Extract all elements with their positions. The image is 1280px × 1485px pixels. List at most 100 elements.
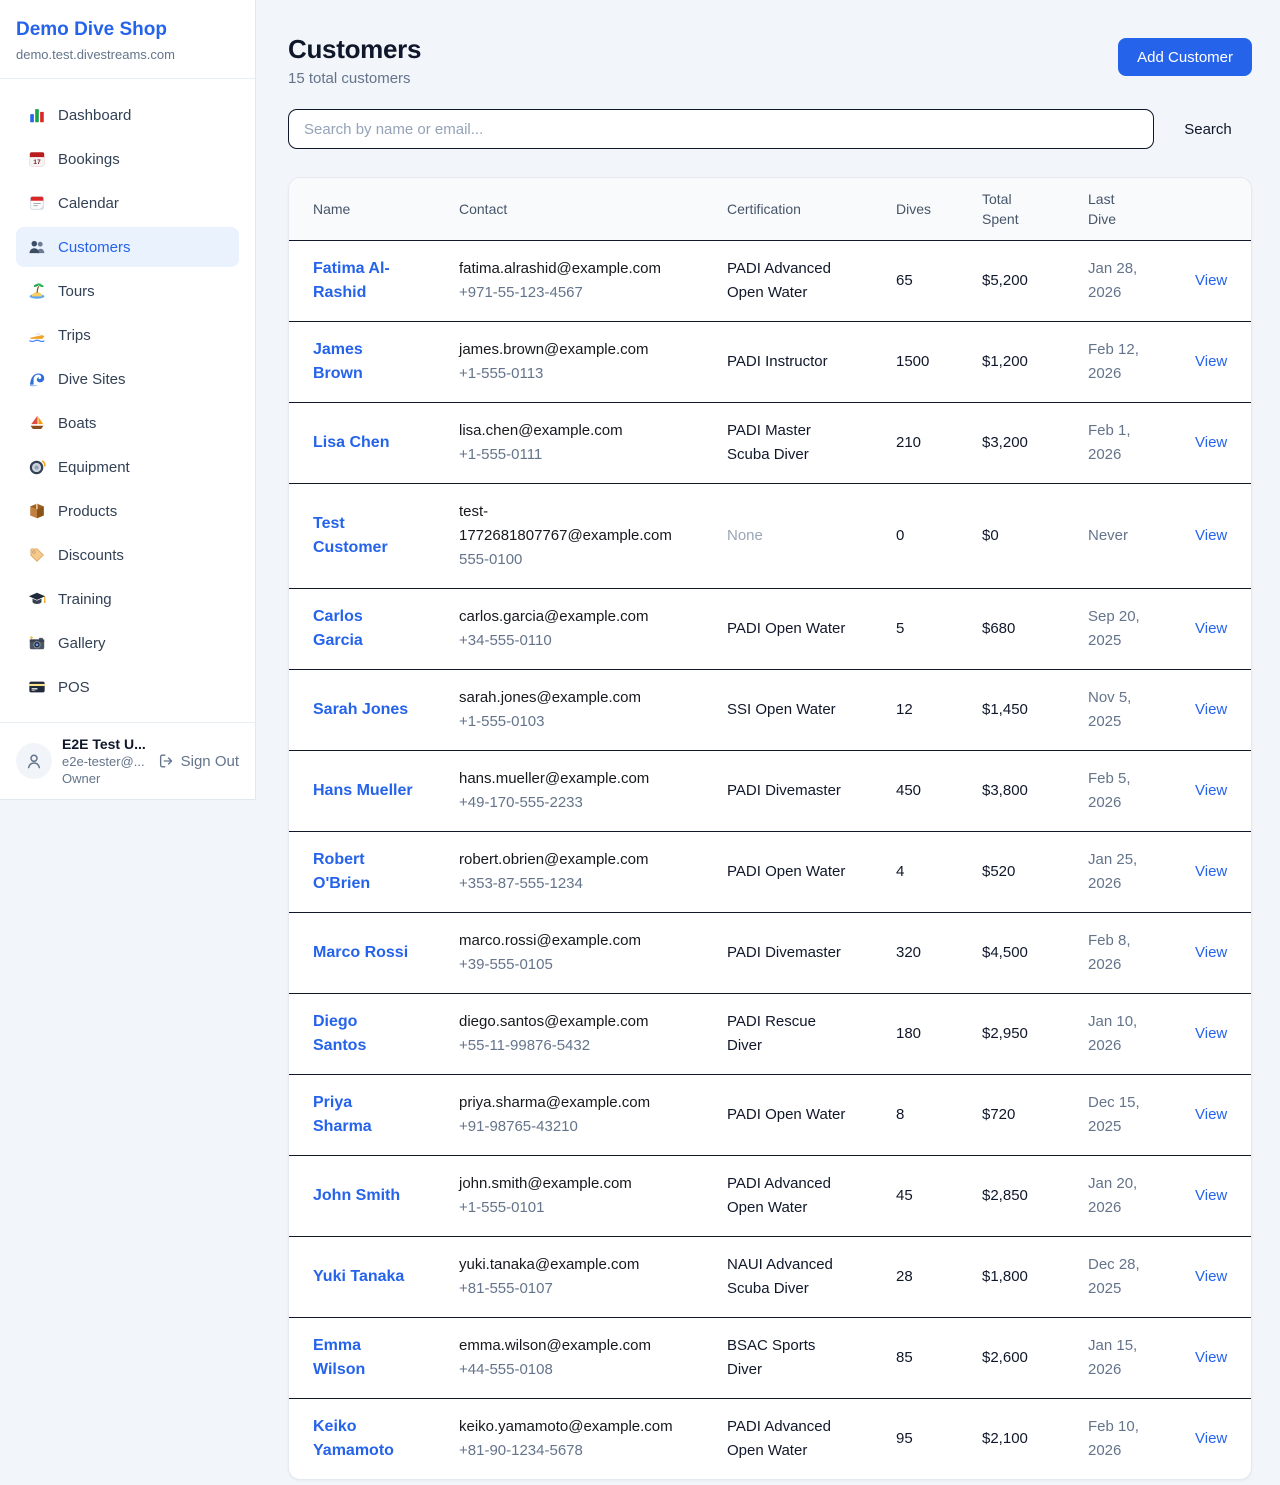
customer-total-spent: $1,200 xyxy=(982,322,1088,403)
customer-certification: SSI Open Water xyxy=(727,698,851,722)
page-title: Customers xyxy=(288,34,421,64)
customer-total-spent: $720 xyxy=(982,1075,1088,1156)
customer-name-link[interactable]: Marco Rossi xyxy=(313,941,413,965)
customer-phone: +91-98765-43210 xyxy=(459,1115,727,1139)
customer-email: john.smith@example.com xyxy=(459,1172,684,1196)
table-row: Emma Wilson emma.wilson@example.com +44-… xyxy=(289,1318,1252,1399)
customer-last-dive: Feb 8, 2026 xyxy=(1088,929,1150,977)
sidebar-item-discounts[interactable]: Discounts xyxy=(16,535,239,575)
customer-name-link[interactable]: Emma Wilson xyxy=(313,1334,413,1382)
customer-name-link[interactable]: Diego Santos xyxy=(313,1010,413,1058)
view-customer-link[interactable]: View xyxy=(1195,701,1227,718)
customer-name-link[interactable]: Test Customer xyxy=(313,512,413,560)
graduation-cap-icon xyxy=(28,590,46,608)
customer-total-spent: $2,600 xyxy=(982,1318,1088,1399)
customer-phone: +34-555-0110 xyxy=(459,629,727,653)
table-row: Robert O'Brien robert.obrien@example.com… xyxy=(289,832,1252,913)
view-customer-link[interactable]: View xyxy=(1195,1187,1227,1204)
sign-out-label: Sign Out xyxy=(181,753,239,770)
customer-certification: PADI Master Scuba Diver xyxy=(727,419,851,467)
customer-phone: +81-555-0107 xyxy=(459,1277,727,1301)
customer-last-dive: Jan 15, 2026 xyxy=(1088,1334,1150,1382)
customer-certification: PADI Divemaster xyxy=(727,941,851,965)
customer-name-link[interactable]: Robert O'Brien xyxy=(313,848,413,896)
view-customer-link[interactable]: View xyxy=(1195,782,1227,799)
customer-phone: +1-555-0111 xyxy=(459,443,727,467)
customer-dives: 0 xyxy=(896,484,982,589)
sidebar-item-bookings[interactable]: 17 Bookings xyxy=(16,139,239,179)
customer-name-link[interactable]: Priya Sharma xyxy=(313,1091,413,1139)
view-customer-link[interactable]: View xyxy=(1195,434,1227,451)
view-customer-link[interactable]: View xyxy=(1195,353,1227,370)
sidebar-item-trips[interactable]: Trips xyxy=(16,315,239,355)
customer-total-spent: $520 xyxy=(982,832,1088,913)
sidebar-item-calendar[interactable]: Calendar xyxy=(16,183,239,223)
sidebar-item-products[interactable]: Products xyxy=(16,491,239,531)
view-customer-link[interactable]: View xyxy=(1195,527,1227,544)
customer-total-spent: $0 xyxy=(982,484,1088,589)
person-icon xyxy=(24,751,44,771)
sidebar-item-gallery[interactable]: Gallery xyxy=(16,623,239,663)
customer-email: sarah.jones@example.com xyxy=(459,686,684,710)
customer-certification: None xyxy=(727,524,851,548)
search-row: Search xyxy=(288,109,1252,149)
shop-domain: demo.test.divestreams.com xyxy=(16,47,239,62)
shop-name: Demo Dive Shop xyxy=(16,18,239,42)
view-customer-link[interactable]: View xyxy=(1195,1349,1227,1366)
view-customer-link[interactable]: View xyxy=(1195,1025,1227,1042)
customer-name-link[interactable]: Lisa Chen xyxy=(313,431,413,455)
customer-total-spent: $2,950 xyxy=(982,994,1088,1075)
table-row: Yuki Tanaka yuki.tanaka@example.com +81-… xyxy=(289,1237,1252,1318)
customer-name-link[interactable]: Sarah Jones xyxy=(313,698,413,722)
view-customer-link[interactable]: View xyxy=(1195,1268,1227,1285)
customer-name-link[interactable]: Fatima Al-Rashid xyxy=(313,257,413,305)
view-customer-link[interactable]: View xyxy=(1195,1106,1227,1123)
table-row: Priya Sharma priya.sharma@example.com +9… xyxy=(289,1075,1252,1156)
view-customer-link[interactable]: View xyxy=(1195,944,1227,961)
view-customer-link[interactable]: View xyxy=(1195,620,1227,637)
customer-name-link[interactable]: James Brown xyxy=(313,338,413,386)
customer-last-dive: Jan 10, 2026 xyxy=(1088,1010,1150,1058)
customers-table-card: Name Contact Certification Dives Total S… xyxy=(288,177,1252,1480)
sidebar-item-dive-sites[interactable]: Dive Sites xyxy=(16,359,239,399)
customer-certification: PADI Advanced Open Water xyxy=(727,257,851,305)
sailboat-icon xyxy=(28,414,46,432)
view-customer-link[interactable]: View xyxy=(1195,863,1227,880)
sidebar-item-equipment[interactable]: Equipment xyxy=(16,447,239,487)
customer-email: lisa.chen@example.com xyxy=(459,419,684,443)
customer-phone: +353-87-555-1234 xyxy=(459,872,727,896)
customer-name-link[interactable]: Carlos Garcia xyxy=(313,605,413,653)
sidebar-item-dashboard[interactable]: Dashboard xyxy=(16,95,239,135)
column-header-last-dive: Last Dive xyxy=(1088,178,1195,241)
view-customer-link[interactable]: View xyxy=(1195,1430,1227,1447)
view-customer-link[interactable]: View xyxy=(1195,272,1227,289)
sidebar-item-training[interactable]: Training xyxy=(16,579,239,619)
customer-phone: +49-170-555-2233 xyxy=(459,791,727,815)
add-customer-button[interactable]: Add Customer xyxy=(1118,38,1252,76)
search-input[interactable] xyxy=(288,109,1154,149)
customer-last-dive: Never xyxy=(1088,524,1150,548)
search-button[interactable]: Search xyxy=(1164,121,1252,138)
customer-certification: PADI Open Water xyxy=(727,1103,851,1127)
customer-name-link[interactable]: John Smith xyxy=(313,1184,413,1208)
sidebar-item-customers[interactable]: Customers xyxy=(16,227,239,267)
customer-last-dive: Feb 10, 2026 xyxy=(1088,1415,1150,1463)
customer-dives: 85 xyxy=(896,1318,982,1399)
customer-name-link[interactable]: Keiko Yamamoto xyxy=(313,1415,413,1463)
sidebar-item-boats[interactable]: Boats xyxy=(16,403,239,443)
sidebar-item-tours[interactable]: Tours xyxy=(16,271,239,311)
customer-phone: +39-555-0105 xyxy=(459,953,727,977)
customer-name-link[interactable]: Hans Mueller xyxy=(313,779,413,803)
sign-out-button[interactable]: Sign Out xyxy=(158,753,239,770)
table-row: John Smith john.smith@example.com +1-555… xyxy=(289,1156,1252,1237)
table-row: Test Customer test-1772681807767@example… xyxy=(289,484,1252,589)
table-row: Marco Rossi marco.rossi@example.com +39-… xyxy=(289,913,1252,994)
camera-icon xyxy=(28,634,46,652)
customer-name-link[interactable]: Yuki Tanaka xyxy=(313,1265,413,1289)
sidebar-user-section: E2E Test U... e2e-tester@... Owner Sign … xyxy=(0,722,255,799)
sidebar-item-pos[interactable]: POS xyxy=(16,667,239,707)
customer-phone: +1-555-0103 xyxy=(459,710,727,734)
customer-dives: 12 xyxy=(896,670,982,751)
sidebar-nav: Dashboard 17 Bookings Calendar Customers… xyxy=(0,79,255,722)
sidebar: Demo Dive Shop demo.test.divestreams.com… xyxy=(0,0,256,800)
